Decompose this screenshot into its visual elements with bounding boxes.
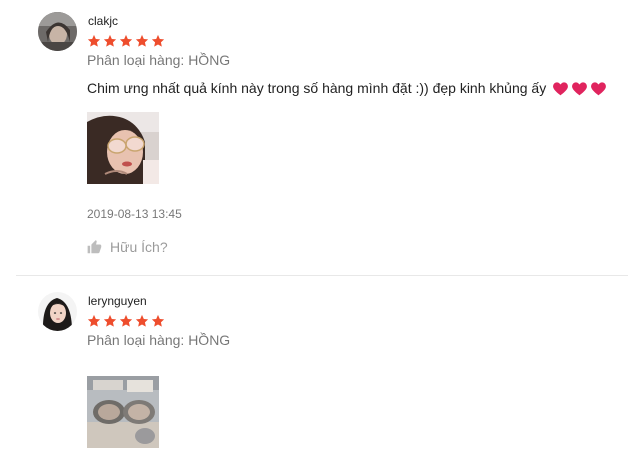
star-icon	[119, 314, 133, 327]
heart-emoji-icon	[591, 81, 607, 95]
review-divider	[16, 275, 628, 276]
star-icon	[103, 314, 117, 327]
star-icon	[135, 314, 149, 327]
heart-emoji-icon	[572, 81, 588, 95]
star-icon	[87, 314, 101, 327]
product-variation: Phân loại hàng: HỒNG	[87, 52, 231, 68]
star-icon	[135, 34, 149, 47]
review-comment: Chim ưng nhất quả kính này trong số hàng…	[87, 80, 607, 96]
star-icon	[119, 34, 133, 47]
star-icon	[151, 34, 165, 47]
product-variation: Phân loại hàng: HỒNG	[87, 332, 231, 348]
helpful-label: Hữu Ích?	[110, 239, 168, 255]
review-photo[interactable]	[87, 376, 159, 448]
avatar[interactable]	[38, 12, 77, 51]
reviewer-name[interactable]: lerynguyen	[88, 294, 147, 308]
helpful-button[interactable]: Hữu Ích?	[87, 239, 168, 255]
star-icon	[103, 34, 117, 47]
rating-stars	[87, 34, 165, 48]
avatar[interactable]	[38, 292, 77, 331]
star-icon	[151, 314, 165, 327]
rating-stars	[87, 314, 165, 328]
emoji-group	[552, 81, 607, 96]
heart-emoji-icon	[553, 81, 569, 95]
review-timestamp: 2019-08-13 13:45	[87, 207, 182, 221]
review-comment-text: Chim ưng nhất quả kính này trong số hàng…	[87, 80, 547, 96]
thumbs-up-icon	[87, 240, 102, 254]
reviewer-name[interactable]: clakjc	[88, 14, 118, 28]
review-photo[interactable]	[87, 112, 159, 184]
star-icon	[87, 34, 101, 47]
